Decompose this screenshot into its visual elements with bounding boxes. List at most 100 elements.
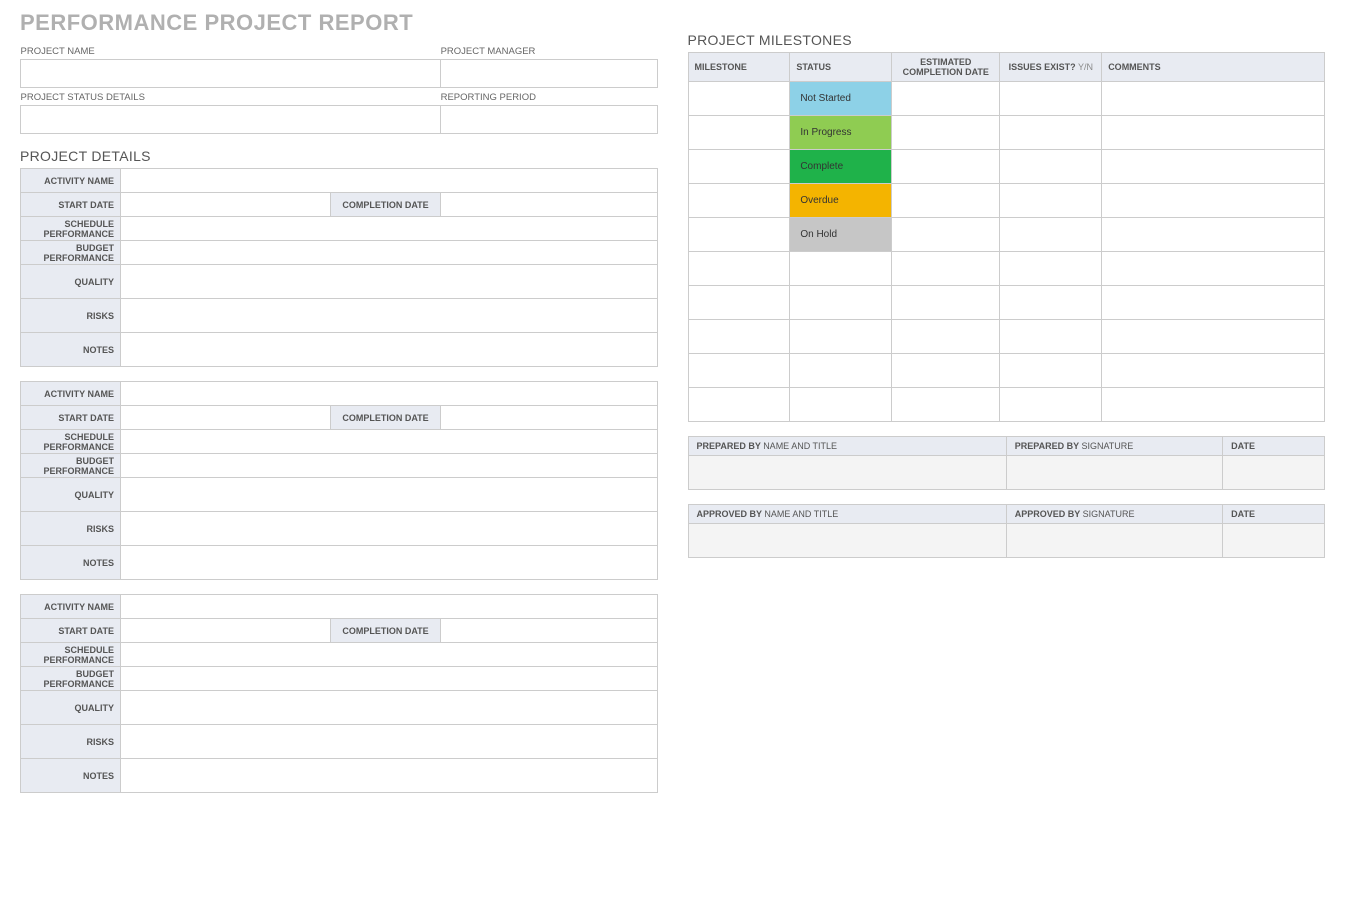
- cell-status[interactable]: [790, 320, 892, 354]
- field-completion-date[interactable]: [441, 406, 658, 430]
- prepared-date-label: DATE: [1231, 441, 1255, 451]
- cell-milestone[interactable]: [688, 82, 790, 116]
- field-risks[interactable]: [121, 512, 658, 546]
- field-start-date[interactable]: [121, 193, 331, 217]
- label-start-date: START DATE: [21, 193, 121, 217]
- cell-est-completion[interactable]: [892, 184, 1000, 218]
- milestone-row: Overdue: [688, 184, 1325, 218]
- field-notes[interactable]: [121, 759, 658, 793]
- field-quality[interactable]: [121, 478, 658, 512]
- label-schedule-performance: SCHEDULE PERFORMANCE: [21, 430, 121, 454]
- cell-milestone[interactable]: [688, 218, 790, 252]
- cell-status[interactable]: [790, 286, 892, 320]
- cell-issues[interactable]: [1000, 82, 1102, 116]
- cell-issues[interactable]: [1000, 218, 1102, 252]
- cell-comments[interactable]: [1102, 116, 1325, 150]
- field-start-date[interactable]: [121, 619, 331, 643]
- cell-milestone[interactable]: [688, 252, 790, 286]
- approved-date-field[interactable]: [1223, 524, 1325, 558]
- approved-sig-field[interactable]: [1006, 524, 1222, 558]
- cell-milestone[interactable]: [688, 116, 790, 150]
- cell-est-completion[interactable]: [892, 320, 1000, 354]
- cell-status[interactable]: In Progress: [790, 116, 892, 150]
- col-comments: COMMENTS: [1102, 53, 1325, 82]
- cell-comments[interactable]: [1102, 82, 1325, 116]
- activity-block: ACTIVITY NAMESTART DATECOMPLETION DATESC…: [20, 594, 658, 793]
- field-activity-name[interactable]: [121, 595, 658, 619]
- cell-issues[interactable]: [1000, 354, 1102, 388]
- cell-milestone[interactable]: [688, 388, 790, 422]
- approved-date-label: DATE: [1231, 509, 1255, 519]
- cell-status[interactable]: Not Started: [790, 82, 892, 116]
- cell-comments[interactable]: [1102, 388, 1325, 422]
- field-notes[interactable]: [121, 333, 658, 367]
- field-project-name[interactable]: [21, 60, 441, 88]
- cell-status[interactable]: [790, 252, 892, 286]
- cell-est-completion[interactable]: [892, 354, 1000, 388]
- cell-est-completion[interactable]: [892, 150, 1000, 184]
- cell-status[interactable]: Overdue: [790, 184, 892, 218]
- cell-milestone[interactable]: [688, 150, 790, 184]
- label-schedule-performance: SCHEDULE PERFORMANCE: [21, 217, 121, 241]
- cell-issues[interactable]: [1000, 116, 1102, 150]
- cell-comments[interactable]: [1102, 320, 1325, 354]
- field-budget-performance[interactable]: [121, 454, 658, 478]
- cell-status[interactable]: On Hold: [790, 218, 892, 252]
- cell-milestone[interactable]: [688, 354, 790, 388]
- cell-issues[interactable]: [1000, 252, 1102, 286]
- prepared-name-light: NAME AND TITLE: [763, 441, 837, 451]
- prepared-name-field[interactable]: [688, 456, 1006, 490]
- cell-comments[interactable]: [1102, 286, 1325, 320]
- field-budget-performance[interactable]: [121, 667, 658, 691]
- cell-comments[interactable]: [1102, 150, 1325, 184]
- field-activity-name[interactable]: [121, 382, 658, 406]
- cell-status[interactable]: [790, 354, 892, 388]
- cell-est-completion[interactable]: [892, 116, 1000, 150]
- cell-est-completion[interactable]: [892, 82, 1000, 116]
- field-quality[interactable]: [121, 691, 658, 725]
- field-activity-name[interactable]: [121, 169, 658, 193]
- col-est-completion: ESTIMATED COMPLETION DATE: [892, 53, 1000, 82]
- cell-milestone[interactable]: [688, 286, 790, 320]
- prepared-date-field[interactable]: [1223, 456, 1325, 490]
- milestone-row: [688, 388, 1325, 422]
- field-schedule-performance[interactable]: [121, 217, 658, 241]
- field-schedule-performance[interactable]: [121, 643, 658, 667]
- cell-issues[interactable]: [1000, 286, 1102, 320]
- cell-comments[interactable]: [1102, 252, 1325, 286]
- field-completion-date[interactable]: [441, 193, 658, 217]
- field-risks[interactable]: [121, 299, 658, 333]
- field-risks[interactable]: [121, 725, 658, 759]
- label-budget-performance: BUDGET PERFORMANCE: [21, 667, 121, 691]
- label-reporting-period: REPORTING PERIOD: [441, 88, 657, 106]
- prepared-sig-field[interactable]: [1006, 456, 1222, 490]
- milestone-row: [688, 252, 1325, 286]
- activity-block: ACTIVITY NAMESTART DATECOMPLETION DATESC…: [20, 168, 658, 367]
- cell-est-completion[interactable]: [892, 218, 1000, 252]
- cell-comments[interactable]: [1102, 218, 1325, 252]
- cell-milestone[interactable]: [688, 320, 790, 354]
- field-completion-date[interactable]: [441, 619, 658, 643]
- cell-issues[interactable]: [1000, 150, 1102, 184]
- cell-est-completion[interactable]: [892, 388, 1000, 422]
- field-quality[interactable]: [121, 265, 658, 299]
- cell-comments[interactable]: [1102, 354, 1325, 388]
- milestone-row: [688, 354, 1325, 388]
- field-project-manager[interactable]: [441, 60, 657, 88]
- field-reporting-period[interactable]: [441, 106, 657, 134]
- cell-issues[interactable]: [1000, 184, 1102, 218]
- cell-issues[interactable]: [1000, 320, 1102, 354]
- cell-issues[interactable]: [1000, 388, 1102, 422]
- cell-status[interactable]: [790, 388, 892, 422]
- cell-est-completion[interactable]: [892, 252, 1000, 286]
- field-start-date[interactable]: [121, 406, 331, 430]
- cell-est-completion[interactable]: [892, 286, 1000, 320]
- field-notes[interactable]: [121, 546, 658, 580]
- field-project-status-details[interactable]: [21, 106, 441, 134]
- field-budget-performance[interactable]: [121, 241, 658, 265]
- cell-comments[interactable]: [1102, 184, 1325, 218]
- cell-milestone[interactable]: [688, 184, 790, 218]
- cell-status[interactable]: Complete: [790, 150, 892, 184]
- field-schedule-performance[interactable]: [121, 430, 658, 454]
- approved-name-field[interactable]: [688, 524, 1006, 558]
